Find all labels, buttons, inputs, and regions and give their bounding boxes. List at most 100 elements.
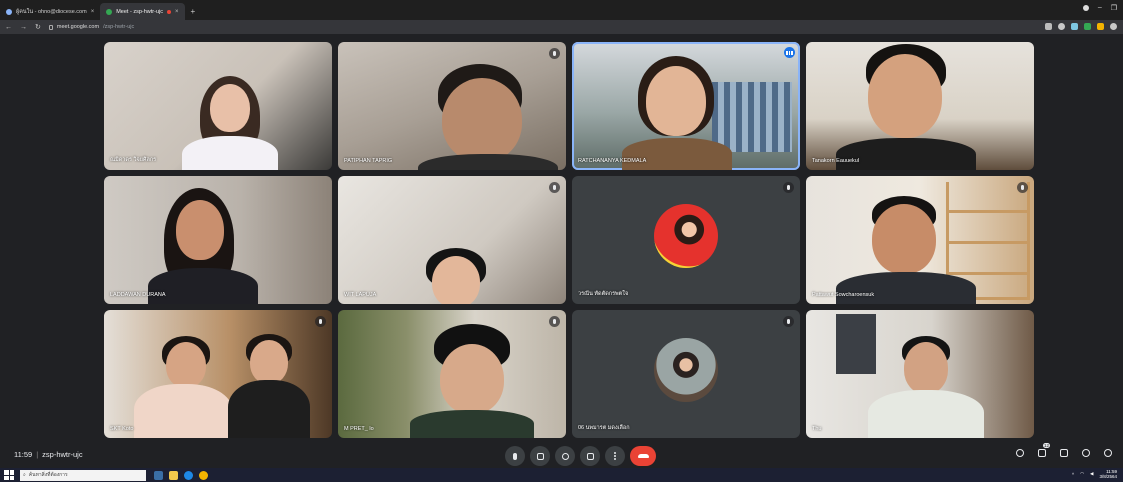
chrome-icon[interactable] [199, 470, 208, 480]
avatar [654, 204, 718, 268]
participant-count-badge: 12 [1042, 443, 1050, 448]
folder-icon[interactable] [169, 470, 178, 480]
participant-name: Tanakorn Eauuekul [812, 158, 860, 164]
video-grid: ณมิดาดร วิจยศิลกร PATIPHAN TAPRIG RATCHA… [0, 34, 1123, 444]
microphone-button[interactable] [505, 446, 525, 466]
chat-button[interactable] [1059, 448, 1069, 458]
meeting-time: 11:59 [14, 450, 33, 459]
call-controls [505, 446, 656, 466]
present-button[interactable] [580, 446, 600, 466]
participant-tile[interactable]: Tanakorn Eauuekul [806, 42, 1034, 170]
network-icon[interactable]: ◠ [1080, 471, 1084, 477]
participant-tile[interactable]: SKT Koto [104, 310, 332, 438]
more-vert-icon [614, 452, 616, 460]
chat-icon [1060, 449, 1068, 457]
participant-name: RATCHANANYA KEDMALA [578, 158, 647, 164]
browser-tab-meet[interactable]: Meet - zsp-hwtr-ujc × [100, 3, 185, 20]
meeting-details-button[interactable] [1015, 448, 1025, 458]
participant-tile[interactable]: PATIPHAN TAPRIG [338, 42, 566, 170]
taskbar-search[interactable]: ⌕ ค้นหาสิ่งที่ต้องการ [20, 469, 146, 481]
star-icon[interactable] [1058, 23, 1065, 30]
meeting-controls-bar: 11:59 | zsp-hwtr-ujc 12 [0, 443, 1123, 468]
people-button[interactable]: 12 [1037, 443, 1050, 458]
search-icon: ⌕ [23, 472, 26, 478]
profile-icon[interactable] [1082, 5, 1089, 11]
url-path: /zsp-hwtr-ujc [103, 24, 135, 30]
recording-dot-icon [166, 9, 171, 14]
mic-off-icon [783, 182, 794, 193]
avatar [654, 338, 718, 402]
mic-off-icon [549, 182, 560, 193]
close-icon[interactable]: × [91, 9, 95, 15]
browser-tab-mail[interactable]: ผู้คนใน - ohno@diocese.com × [0, 3, 100, 20]
participant-tile[interactable]: Pattawut Sowcharoensuk [806, 176, 1034, 304]
activities-button[interactable] [1081, 448, 1091, 458]
people-icon [1038, 449, 1046, 457]
participant-tile[interactable]: Thu [806, 310, 1034, 438]
windows-start-icon[interactable] [4, 470, 14, 480]
tab-label: ผู้คนใน - ohno@diocese.com [16, 8, 87, 15]
info-icon [1016, 449, 1024, 457]
participant-name: ณมิดาดร วิจยศิลกร [110, 157, 157, 163]
meeting-info-separator: | [36, 450, 39, 459]
participant-name: SKT Koto [110, 426, 134, 432]
puzzle-icon[interactable] [1097, 23, 1104, 30]
reload-icon[interactable]: ↻ [35, 23, 41, 31]
taskbar-apps [154, 470, 208, 480]
close-icon[interactable]: × [175, 9, 179, 15]
edge-icon[interactable] [184, 470, 193, 480]
tab-label: Meet - zsp-hwtr-ujc [116, 8, 163, 15]
extension-icon[interactable] [1084, 23, 1091, 30]
participant-name: M PRET_ lo [344, 426, 374, 432]
url-host: meet.google.com [56, 24, 100, 30]
present-screen-icon [586, 452, 594, 460]
back-icon[interactable]: ← [5, 24, 12, 31]
meet-icon [106, 8, 113, 15]
browser-tab-bar: ผู้คนใน - ohno@diocese.com × Meet - zsp-… [0, 0, 1123, 20]
extension-icon[interactable] [1071, 23, 1078, 30]
participant-name: วรณีน ทัดตัดกรพตใจ [578, 291, 629, 297]
mic-off-icon [783, 316, 794, 327]
meeting-info: 11:59 | zsp-hwtr-ujc [14, 450, 83, 459]
new-tab-button[interactable]: + [185, 3, 202, 20]
task-view-icon[interactable] [154, 470, 163, 480]
address-bar: ← → ↻ meet.google.com/zsp-hwtr-ujc [0, 20, 1123, 34]
tray-clock[interactable]: 11:59 3/8/2564 [1099, 469, 1117, 479]
lock-icon [48, 24, 53, 30]
taskbar-search-placeholder: ค้นหาสิ่งที่ต้องการ [28, 472, 68, 478]
participant-tile[interactable]: WIT LAPUJA [338, 176, 566, 304]
restore-icon[interactable]: ❐ [1111, 4, 1117, 12]
hang-up-icon [637, 454, 649, 458]
meeting-side-controls: 12 [1015, 443, 1113, 458]
camera-button[interactable] [530, 446, 550, 466]
camera-icon [536, 452, 544, 460]
participant-tile-avatar[interactable]: วรณีน ทัดตัดกรพตใจ [572, 176, 800, 304]
participant-name: LADDAWAN DURANA [110, 292, 166, 298]
camera-icon[interactable] [1045, 23, 1052, 30]
participant-tile[interactable]: ณมิดาดร วิจยศิลกร [104, 42, 332, 170]
hand-icon [561, 452, 569, 460]
participant-tile[interactable]: M PRET_ lo [338, 310, 566, 438]
leave-call-button[interactable] [630, 446, 656, 466]
participant-tile-avatar[interactable]: 06 นพมารต มดงเลือก [572, 310, 800, 438]
url-field[interactable]: meet.google.com/zsp-hwtr-ujc [48, 24, 135, 30]
window-controls: – ❐ [1082, 4, 1117, 12]
activities-icon [1082, 449, 1090, 457]
avatar[interactable] [1110, 23, 1117, 30]
extensions-bar [1045, 23, 1117, 30]
mic-off-icon [1017, 182, 1028, 193]
participant-name: Pattawut Sowcharoensuk [812, 292, 875, 298]
participant-name: PATIPHAN TAPRIG [344, 158, 393, 164]
forward-icon[interactable]: → [20, 24, 27, 31]
participant-tile-speaking[interactable]: RATCHANANYA KEDMALA [572, 42, 800, 170]
more-options-button[interactable] [605, 446, 625, 466]
chevron-up-icon[interactable]: ^ [1072, 472, 1074, 477]
raise-hand-button[interactable] [555, 446, 575, 466]
os-taskbar: ⌕ ค้นหาสิ่งที่ต้องการ ^ ◠ ◀ 11:59 3/8/25… [0, 468, 1123, 482]
minimize-icon[interactable]: – [1098, 4, 1102, 12]
participant-tile[interactable]: LADDAWAN DURANA [104, 176, 332, 304]
participant-name: WIT LAPUJA [344, 292, 377, 298]
host-controls-button[interactable] [1103, 448, 1113, 458]
microphone-icon [513, 452, 517, 460]
volume-icon[interactable]: ◀ [1090, 471, 1093, 477]
